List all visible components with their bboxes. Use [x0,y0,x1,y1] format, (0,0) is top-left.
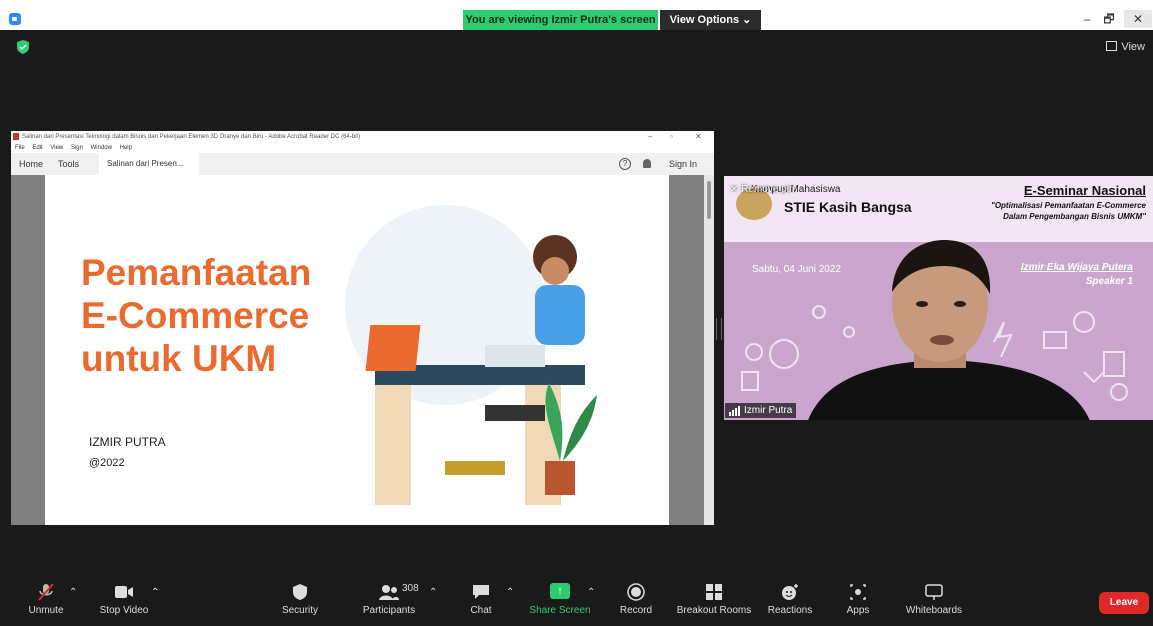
participant-name-tag: Izmir Putra [725,403,797,418]
acrobat-title-bar: Salinan dari Presentasi Teknologi dalam … [11,131,714,143]
slide-title-line2: E-Commerce [81,295,310,336]
close-button[interactable]: ✕ [1124,10,1152,28]
tab-document-label: Salinan dari Presen... [107,159,184,168]
tab-tools: Tools [58,159,80,169]
share-options-caret[interactable]: ⌃ [587,587,595,598]
breakout-rooms-label: Breakout Rooms [676,605,752,616]
tab-home: Home [19,159,44,169]
security-shield-icon [280,583,320,601]
remove-pin-label: Remove pin [741,184,795,195]
video-camera-icon [97,583,151,601]
apps-icon [844,583,872,601]
tab-document: Salinan dari Presen... × [99,153,199,190]
remove-pin-button[interactable]: ✕ Remove pin [730,184,795,195]
breakout-rooms-button[interactable]: Breakout Rooms [676,583,752,616]
speaker-video-tile[interactable]: Kampus Mahasiswa STIE Kasih Bangsa E-Sem… [724,176,1153,420]
school-name: STIE Kasih Bangsa [784,199,912,215]
participants-options-caret[interactable]: ⌃ [429,587,437,598]
menu-window: Window [90,145,112,151]
zoom-logo-icon [9,13,21,25]
share-screen-button[interactable]: ↑ Share Screen [528,583,592,616]
menu-view: View [50,145,64,151]
stop-video-label: Stop Video [99,605,149,616]
sign-in-link: Sign In [669,159,698,169]
view-button[interactable]: View [1106,41,1145,53]
zoom-title-bar: You are viewing Izmir Putra's screen Vie… [0,0,1153,30]
smiley-icon [767,583,813,601]
scrollbar-thumb [707,181,711,219]
chat-bubble-icon [466,583,496,601]
slide-title-line1: Pemanfaatan [81,252,312,293]
participants-label: Participants [362,605,416,616]
chat-label: Chat [470,605,492,616]
chat-options-caret[interactable]: ⌃ [506,587,514,598]
security-label: Security [281,605,319,616]
viewing-screen-banner: You are viewing Izmir Putra's screen [463,10,658,30]
presentation-slide: Pemanfaatan E-Commerce untuk UKM IZMIR P… [45,175,669,525]
share-screen-icon: ↑ [528,583,592,601]
acrobat-tab-bar: Home Tools Salinan dari Presen... × ? Si… [11,153,714,190]
restore-button[interactable]: 🗗 [1095,10,1123,28]
view-options-button[interactable]: View Options ⌄ [660,10,761,30]
signal-strength-icon [729,405,741,416]
acrobat-document-area: Pemanfaatan E-Commerce untuk UKM IZMIR P… [11,175,714,525]
whiteboards-button[interactable]: Whiteboards [902,583,966,616]
notification-bell-icon [643,159,651,168]
reactions-button[interactable]: Reactions [767,583,813,616]
audio-options-caret[interactable]: ⌃ [69,587,77,598]
participants-icon: 308 [360,583,419,601]
menu-sign: Sign [70,145,83,151]
acrobat-close-icon: ✕ [695,132,702,141]
slide-title-line3: untuk UKM [81,338,277,379]
whiteboard-icon [902,583,966,601]
encryption-shield-icon[interactable] [17,40,29,54]
acrobat-menu-bar: File Edit View Sign Window Help [11,143,714,153]
seminar-title: E-Seminar Nasional [1023,183,1146,198]
apps-button[interactable]: Apps [844,583,872,616]
stop-video-button[interactable]: Stop Video [97,583,151,616]
unmute-button[interactable]: Unmute [24,583,68,616]
acrobat-minimize-icon: – [648,132,653,141]
unmute-label: Unmute [28,605,64,616]
pdf-icon [13,133,19,140]
leave-button[interactable]: Leave [1099,592,1149,614]
participant-name: Izmir Putra [744,405,793,416]
reactions-label: Reactions [767,605,813,616]
menu-file: File [15,145,25,151]
participants-button[interactable]: 308 Participants [360,583,419,616]
chat-button[interactable]: Chat [466,583,496,616]
shared-screen-acrobat-window: Salinan dari Presentasi Teknologi dalam … [11,131,714,525]
participants-count: 308 [402,583,419,594]
menu-help: Help [119,145,132,151]
record-icon [618,583,654,601]
view-label: View [1121,41,1145,53]
breakout-rooms-icon [676,583,752,601]
seminar-subtitle: "Optimalisasi Pemanfaatan E-Commerce Dal… [991,201,1146,221]
slide-title: Pemanfaatan E-Commerce untuk UKM [81,251,311,380]
record-button[interactable]: Record [618,583,654,616]
help-icon: ? [619,158,631,170]
apps-label: Apps [846,605,870,616]
record-label: Record [619,605,653,616]
grid-icon [1106,41,1118,51]
acrobat-title: Salinan dari Presentasi Teknologi dalam … [22,134,361,140]
muted-microphone-icon [24,583,68,601]
share-screen-label: Share Screen [529,605,591,616]
meeting-toolbar: Unmute ⌃ Stop Video ⌃ Security 308 Parti… [0,575,1153,626]
slide-year: @2022 [89,457,125,469]
video-options-caret[interactable]: ⌃ [151,587,159,598]
menu-edit: Edit [32,145,43,151]
illustration-person-at-desk [345,205,597,505]
whiteboards-label: Whiteboards [905,605,963,616]
slide-author: IZMIR PUTRA [89,435,166,449]
acrobat-restore-icon: ▫ [670,132,673,141]
security-button[interactable]: Security [280,583,320,616]
speaker-person [808,240,1090,420]
acrobat-scrollbar [704,175,714,525]
panel-resize-handle[interactable] [716,318,722,340]
